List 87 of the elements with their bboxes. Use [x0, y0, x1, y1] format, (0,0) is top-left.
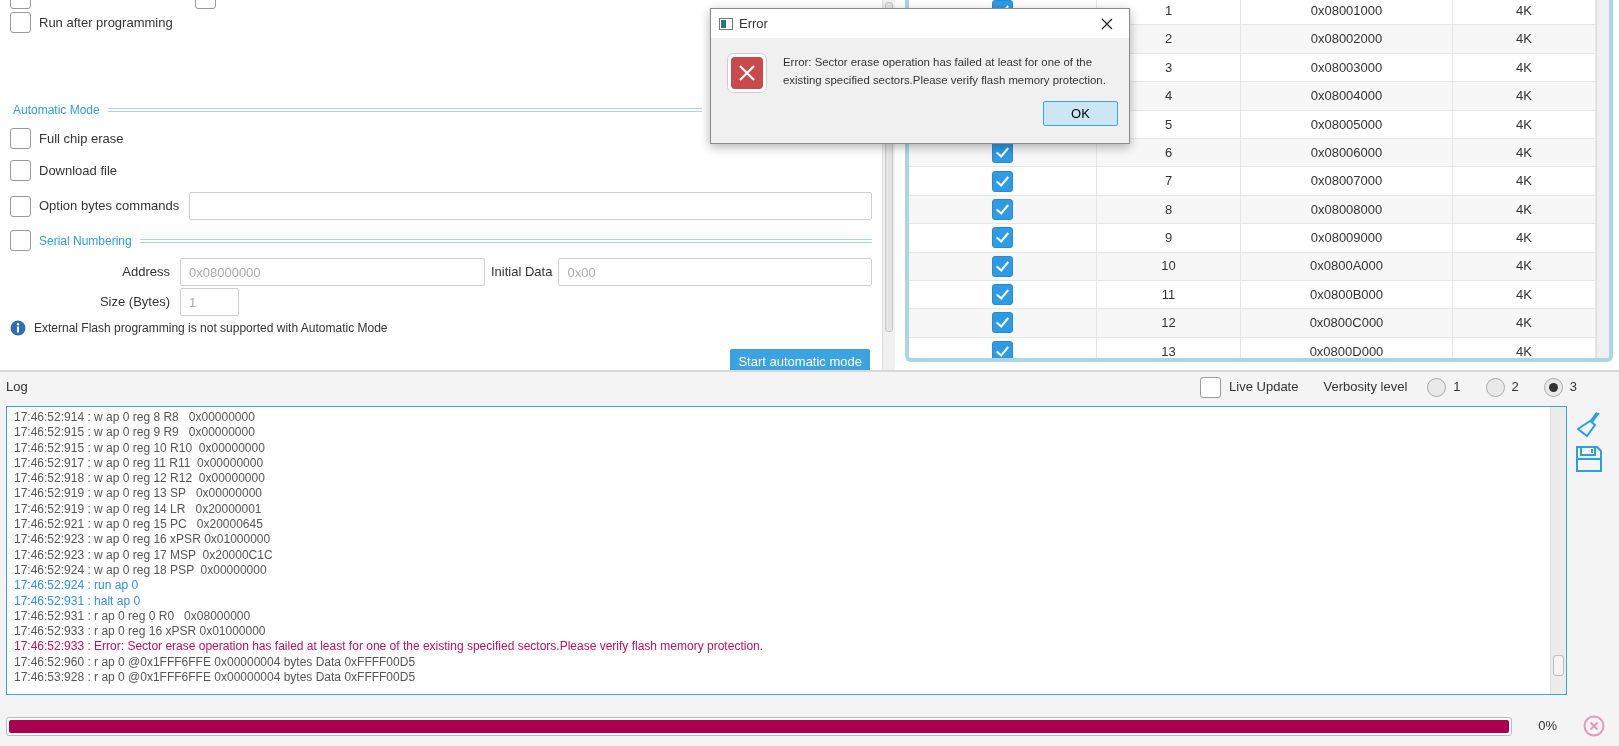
table-cell: 7	[1097, 167, 1241, 195]
checkbox[interactable]	[992, 198, 1013, 220]
table-cell: 0x08006000	[1241, 138, 1453, 167]
checkbox[interactable]	[992, 227, 1013, 249]
input-field[interactable]: 0x08000000	[180, 258, 485, 286]
info-text: External Flash programming is not supported with Automatic Mode	[34, 320, 388, 337]
info-icon	[10, 320, 26, 336]
checkbox[interactable]	[992, 255, 1013, 277]
table-cell: 8	[1097, 195, 1241, 224]
checkbox[interactable]	[10, 195, 31, 217]
broom-icon[interactable]	[1577, 412, 1601, 438]
table-cell: 0x08007000	[1241, 167, 1453, 195]
table-cell: 0x0800D000	[1241, 337, 1453, 358]
section-title: Automatic Mode	[13, 102, 100, 119]
dialog-title: Error	[739, 14, 769, 33]
checkbox[interactable]	[992, 284, 1013, 306]
radio-label: 1	[1453, 378, 1461, 397]
log-line: 17:46:52:919 : w ap 0 reg 13 SP 0x00000000	[14, 486, 263, 502]
checkbox[interactable]	[10, 160, 31, 181]
input-field[interactable]	[189, 192, 872, 220]
table-cell: 0x0800B000	[1241, 280, 1453, 309]
log-line: 17:46:52:923 : w ap 0 reg 16 xPSR 0x01000000	[14, 532, 272, 548]
checkbox[interactable]	[10, 12, 31, 33]
checkbox-label: Run after programming	[39, 13, 173, 32]
log-line: 17:46:52:960 : r ap 0 @0x1FFF6FFE 0x00000004 bytes Data 0xFFFF00D5	[14, 654, 417, 671]
radio-button[interactable]	[1485, 377, 1505, 397]
field-label: Verbosity level	[1323, 378, 1408, 397]
log-line: 17:46:52:923 : w ap 0 reg 17 MSP 0x20000C1C	[14, 547, 274, 563]
checkbox-label: Option bytes commands	[39, 197, 180, 216]
table-cell: 0x08009000	[1241, 224, 1453, 252]
field-label: Address	[121, 263, 171, 282]
field-label: Size (Bytes)	[98, 293, 171, 312]
table-cell: 0x08004000	[1241, 82, 1453, 110]
log-line: 17:46:52:917 : w ap 0 reg 11 R11 0x00000000	[14, 455, 265, 472]
table-cell: 0x08001000	[1241, 0, 1453, 25]
checkbox[interactable]	[1200, 376, 1222, 398]
window-icon	[719, 17, 733, 30]
error-icon	[727, 53, 767, 93]
input-field[interactable]: 1	[180, 288, 239, 316]
table-cell: 12	[1097, 309, 1241, 337]
log-line: 17:46:52:931 : r ap 0 reg 0 R0 0x08000000	[14, 608, 252, 625]
checkbox[interactable]	[992, 142, 1013, 164]
save-icon[interactable]	[1576, 446, 1602, 472]
log-line: 17:46:52:931 : halt ap 0	[14, 593, 142, 609]
input-field[interactable]: 0x00	[558, 258, 872, 286]
log-line: 17:46:52:924 : run ap 0	[14, 578, 140, 594]
checkbox[interactable]	[992, 312, 1013, 334]
close-icon[interactable]	[1101, 17, 1113, 30]
log-line: 17:46:52:915 : w ap 0 reg 9 R9 0x00000000	[14, 425, 256, 441]
log-line: 17:46:52:919 : w ap 0 reg 14 LR 0x20000001	[14, 501, 263, 518]
log-line: 17:46:52:933 : r ap 0 reg 16 xPSR 0x01000000	[14, 624, 267, 640]
table-cell: 0x08002000	[1241, 25, 1453, 53]
field-label: Initial Data	[491, 263, 553, 282]
log-line: 17:46:52:933 : Error: Sector erase operation has failed at least for one of the existing specified sectors.Please verify flash memory protection.	[14, 639, 765, 655]
checkbox-label: Download file	[39, 161, 118, 180]
panel-title: Log	[6, 378, 29, 397]
checkbox[interactable]	[10, 230, 31, 251]
ok-button[interactable]: OK	[1043, 101, 1118, 126]
radio-button[interactable]	[1543, 377, 1563, 397]
progress-reading: 0%	[1538, 717, 1557, 736]
table-cell: 0x08003000	[1241, 53, 1453, 82]
log-line: 17:46:53:928 : r ap 0 @0x1FFF6FFE 0x00000004 bytes Data 0xFFFF00D5	[14, 670, 417, 686]
table-cell: 10	[1097, 252, 1241, 280]
table-cell: 0x08005000	[1241, 110, 1453, 138]
radio-label: 3	[1569, 378, 1577, 397]
checkbox[interactable]	[10, 128, 31, 149]
table-cell: 0x08008000	[1241, 195, 1453, 224]
cancel-icon[interactable]	[1583, 715, 1605, 737]
section-title: Serial Numbering	[39, 232, 132, 250]
table-cell: 11	[1097, 280, 1241, 309]
radio-button[interactable]	[1427, 377, 1447, 397]
checkbox[interactable]	[992, 340, 1013, 358]
checkbox[interactable]	[992, 170, 1013, 192]
table-cell: 9	[1097, 224, 1241, 252]
log-line: 17:46:52:921 : w ap 0 reg 15 PC 0x20000645	[14, 517, 264, 533]
checkbox-label: Full chip erase	[39, 129, 124, 148]
log-line: 17:46:52:915 : w ap 0 reg 10 R10 0x00000000	[14, 440, 266, 456]
table-cell: 0x0800C000	[1241, 309, 1453, 337]
scrollbar[interactable]	[1550, 407, 1566, 694]
table-cell: 13	[1097, 337, 1241, 358]
log-line: 17:46:52:914 : w ap 0 reg 8 R8 0x00000000	[14, 410, 256, 426]
checkbox-label: Live Update	[1229, 378, 1299, 397]
log-line: 17:46:52:924 : w ap 0 reg 18 PSP 0x00000000	[14, 562, 268, 579]
radio-label: 2	[1511, 378, 1519, 397]
scrollbar[interactable]	[1596, 0, 1609, 358]
log-line: 17:46:52:918 : w ap 0 reg 12 R12 0x00000000	[14, 471, 266, 487]
table-cell: 0x0800A000	[1241, 252, 1453, 280]
